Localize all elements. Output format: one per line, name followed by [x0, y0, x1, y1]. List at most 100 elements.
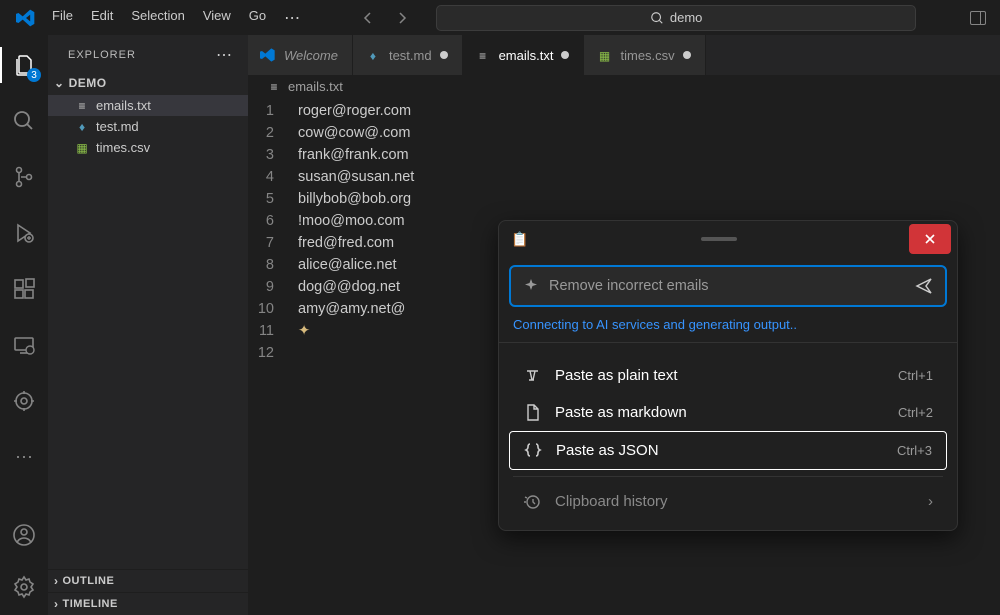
- line-number: 9: [248, 276, 298, 298]
- paste-option[interactable]: Paste as markdownCtrl+2: [509, 394, 947, 431]
- file-tree-item[interactable]: ▦ times.csv: [48, 137, 248, 158]
- paste-option-label: Paste as JSON: [556, 442, 659, 459]
- menu-bar: File Edit Selection View Go ⋯: [44, 4, 310, 32]
- sparkle-icon: [523, 278, 539, 294]
- line-number: 8: [248, 254, 298, 276]
- sidebar-title: EXPLORER: [68, 49, 136, 61]
- clipboard-history[interactable]: Clipboard history›: [509, 483, 947, 520]
- chevron-right-icon: ›: [54, 574, 59, 588]
- menu-view[interactable]: View: [195, 4, 239, 32]
- keyboard-shortcut: Ctrl+1: [898, 368, 933, 383]
- menu-selection[interactable]: Selection: [123, 4, 192, 32]
- sidebar-more-icon[interactable]: ⋯: [216, 45, 234, 65]
- outline-section[interactable]: › OUTLINE: [48, 569, 248, 592]
- line-content: cow@cow@.com: [298, 122, 410, 144]
- activity-remote-icon[interactable]: [10, 331, 38, 359]
- folder-header[interactable]: ⌄ DEMO: [48, 73, 248, 93]
- activity-settings-icon[interactable]: [10, 573, 38, 601]
- tab-label: test.md: [389, 48, 432, 63]
- file-icon: ≡: [74, 99, 90, 113]
- line-number: 11: [248, 320, 298, 342]
- activity-run-debug-icon[interactable]: [10, 219, 38, 247]
- history-icon: [523, 493, 541, 510]
- unsaved-dot-icon: [683, 51, 691, 59]
- timeline-label: TIMELINE: [63, 598, 118, 610]
- editor-tab[interactable]: Welcome: [248, 35, 353, 75]
- paste-option[interactable]: Paste as JSONCtrl+3: [509, 431, 947, 470]
- explorer-badge: 3: [27, 68, 41, 82]
- line-content: amy@amy.net@: [298, 298, 405, 320]
- paste-option-icon: [523, 367, 541, 384]
- line-content: !moo@moo.com: [298, 210, 405, 232]
- editor-line[interactable]: 4susan@susan.net: [248, 166, 1000, 188]
- line-number: 12: [248, 342, 298, 364]
- line-content: frank@frank.com: [298, 144, 409, 166]
- close-button[interactable]: [909, 224, 951, 254]
- tab-icon: ♦: [365, 48, 381, 63]
- file-tree-item[interactable]: ≡emails.txt: [48, 95, 248, 116]
- activity-source-control-icon[interactable]: [10, 163, 38, 191]
- keyboard-shortcut: Ctrl+2: [898, 405, 933, 420]
- menu-more-icon[interactable]: ⋯: [276, 4, 310, 32]
- file-name: times.csv: [96, 140, 150, 155]
- drag-handle[interactable]: [528, 237, 909, 241]
- chevron-down-icon: ⌄: [54, 76, 65, 90]
- editor-tab[interactable]: ▦times.csv: [584, 35, 705, 75]
- line-content: dog@@dog.net: [298, 276, 400, 298]
- editor-line[interactable]: 5billybob@bob.org: [248, 188, 1000, 210]
- line-content: roger@roger.com: [298, 100, 411, 122]
- file-name: test.md: [96, 119, 139, 134]
- line-content: ✦: [298, 320, 310, 342]
- activity-search-icon[interactable]: [10, 107, 38, 135]
- activity-extensions-icon[interactable]: [10, 275, 38, 303]
- file-tree-item[interactable]: ♦test.md: [48, 116, 248, 137]
- sidebar: EXPLORER ⋯ ⌄ DEMO ≡emails.txt♦test.md ▦ ti…: [48, 35, 248, 615]
- line-number: 6: [248, 210, 298, 232]
- search-placeholder: demo: [670, 10, 703, 25]
- activity-explorer-icon[interactable]: 3: [10, 51, 38, 79]
- layout-toggle-icon[interactable]: [970, 11, 986, 25]
- send-icon[interactable]: [915, 277, 933, 295]
- file-icon: ▦: [74, 141, 90, 155]
- tab-label: times.csv: [620, 48, 674, 63]
- activity-more-icon[interactable]: ⋯: [10, 443, 38, 471]
- line-content: billybob@bob.org: [298, 188, 411, 210]
- search-icon: [650, 11, 664, 25]
- nav-back-icon[interactable]: [360, 10, 376, 26]
- editor-tab[interactable]: ≡ emails.txt: [463, 35, 585, 75]
- editor-line[interactable]: 3frank@frank.com: [248, 144, 1000, 166]
- divider: [513, 476, 943, 477]
- line-number: 10: [248, 298, 298, 320]
- paste-option-icon: [524, 442, 542, 459]
- menu-file[interactable]: File: [44, 4, 81, 32]
- chevron-right-icon: ›: [54, 597, 59, 611]
- activity-accounts-icon[interactable]: [10, 521, 38, 549]
- clipboard-icon: 📋: [511, 231, 528, 248]
- outline-label: OUTLINE: [63, 575, 115, 587]
- ai-prompt-input[interactable]: Remove incorrect emails: [509, 265, 947, 307]
- timeline-section[interactable]: › TIMELINE: [48, 592, 248, 615]
- paste-options-list: Paste as plain textCtrl+1Paste as markdo…: [499, 342, 957, 530]
- tab-label: emails.txt: [499, 48, 554, 63]
- tab-bar: Welcome ♦ test.md ≡ emails.txt ▦times.csv: [248, 35, 1000, 75]
- line-content: susan@susan.net: [298, 166, 414, 188]
- paste-option[interactable]: Paste as plain textCtrl+1: [509, 357, 947, 394]
- breadcrumb-text: emails.txt: [288, 79, 343, 94]
- line-content: fred@fred.com: [298, 232, 394, 254]
- editor-line[interactable]: 2cow@cow@.com: [248, 122, 1000, 144]
- tab-icon: ≡: [475, 48, 491, 63]
- nav-forward-icon[interactable]: [394, 10, 410, 26]
- folder-name: DEMO: [69, 76, 107, 90]
- editor-tab[interactable]: ♦ test.md: [353, 35, 463, 75]
- line-number: 4: [248, 166, 298, 188]
- paste-popup: 📋 Remove incorrect emails Connecting to …: [498, 220, 958, 531]
- tab-icon: [260, 47, 276, 63]
- command-center-search[interactable]: demo: [436, 5, 916, 31]
- activity-testing-icon[interactable]: [10, 387, 38, 415]
- editor-line[interactable]: 1roger@roger.com: [248, 100, 1000, 122]
- line-content: alice@alice.net: [298, 254, 397, 276]
- breadcrumb[interactable]: ≡ emails.txt: [248, 75, 1000, 98]
- history-label: Clipboard history: [555, 493, 668, 510]
- menu-edit[interactable]: Edit: [83, 4, 121, 32]
- menu-go[interactable]: Go: [241, 4, 274, 32]
